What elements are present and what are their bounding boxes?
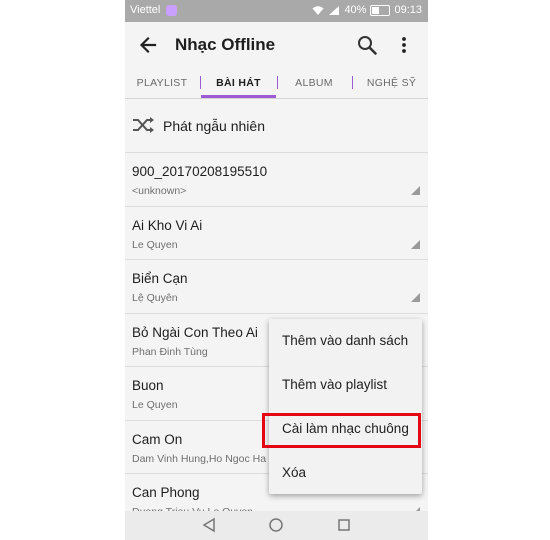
battery-percent: 40% [344,4,367,16]
battery-icon [370,4,391,16]
menu-item-label: Thêm vào danh sách [282,333,409,348]
viber-icon [166,5,177,16]
carrier-label: Viettel [130,4,161,16]
tab-songs[interactable]: BÀI HÁT [201,70,276,98]
song-artist: Phan Đinh Tùng [132,346,208,358]
status-right: 40% 09:13 [312,4,422,16]
menu-item-label: Xóa [282,465,307,480]
tab-playlist[interactable]: PLAYLIST [127,70,197,98]
song-artist: Le Quyen [132,239,178,251]
song-title: Can Phong [132,485,200,500]
shuffle-row[interactable]: Phát ngẫu nhiên [125,103,428,149]
left-margin [0,0,125,540]
song-title: Buon [132,378,164,393]
more-vert-icon[interactable] [397,34,411,56]
app-bar: Nhạc Offline [125,22,428,70]
recent-apps-icon[interactable] [336,517,352,533]
tab-divider [352,76,353,89]
active-tab-indicator [201,95,276,98]
item-menu-triangle-icon[interactable] [411,293,420,302]
song-row[interactable]: Ai Kho Vi Ai Le Quyen [125,206,428,260]
wifi-icon [312,5,324,15]
context-menu: Thêm vào danh sách Thêm vào playlist Cài… [269,319,422,494]
menu-item-label: Thêm vào playlist [282,377,388,392]
back-triangle-icon[interactable] [201,517,217,533]
song-artist: <unknown> [132,185,187,197]
song-artist: Dam Vinh Hung,Ho Ngoc Ha [132,453,267,465]
highlight-box [262,413,421,448]
nav-bar [125,511,428,540]
song-artist: Lệ Quyên [132,292,178,304]
shuffle-label: Phát ngẫu nhiên [163,118,265,134]
search-icon[interactable] [356,34,378,56]
song-title: 900_20170208195510 [132,164,268,179]
item-menu-triangle-icon[interactable] [411,240,420,249]
home-circle-icon[interactable] [268,517,284,533]
status-bar: Viettel 40% 09:13 [125,0,428,22]
tab-bar: PLAYLIST BÀI HÁT ALBUM NGHỆ SỸ [125,70,428,99]
song-row[interactable]: 900_20170208195510 <unknown> [125,152,428,206]
tab-album[interactable]: ALBUM [278,70,350,98]
song-artist: Le Quyen [132,399,178,411]
song-title: Biển Cạn [132,271,188,286]
back-arrow-icon[interactable] [137,34,159,56]
menu-item-add-to-playlist[interactable]: Thêm vào playlist [269,363,422,407]
tab-artists[interactable]: NGHỆ SỸ [355,70,428,98]
page-title: Nhạc Offline [175,35,276,54]
signal-icon [329,5,340,15]
menu-item-add-to-list[interactable]: Thêm vào danh sách [269,319,422,363]
menu-item-delete[interactable]: Xóa [269,451,422,495]
right-margin [428,0,550,540]
song-title: Cam On [132,432,183,447]
song-title: Ai Kho Vi Ai [132,218,203,233]
shuffle-icon [133,117,154,133]
item-menu-triangle-icon[interactable] [411,186,420,195]
song-row[interactable]: Biển Cạn Lệ Quyên [125,259,428,313]
song-title: Bỏ Ngài Con Theo Ai [132,325,258,340]
phone-screen: Viettel 40% 09:13 Nhạc Offline PLAYLIST … [125,0,428,540]
clock: 09:13 [394,4,422,16]
